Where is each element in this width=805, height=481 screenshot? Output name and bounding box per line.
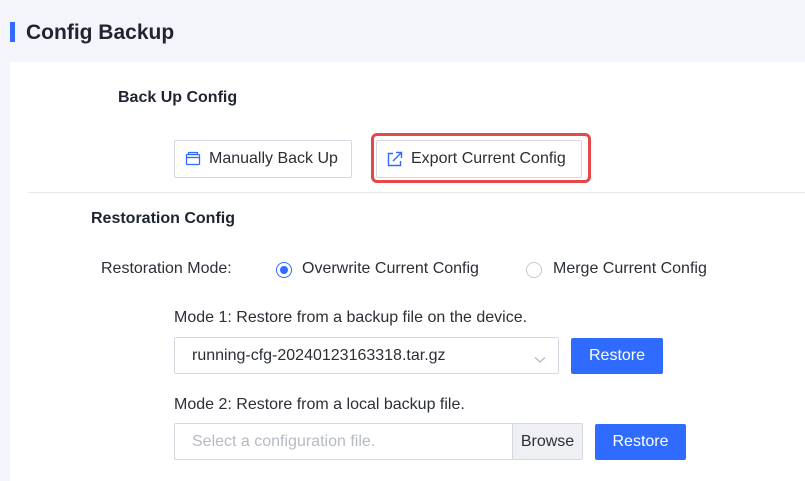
export-config-label: Export Current Config xyxy=(411,150,566,167)
restoration-section-title: Restoration Config xyxy=(91,210,235,227)
restoration-mode-label: Restoration Mode: xyxy=(101,260,232,277)
manual-backup-button[interactable]: Manually Back Up xyxy=(174,140,352,178)
overwrite-radio[interactable] xyxy=(276,262,292,278)
config-backup-card: Back Up Config Manually Back Up Export C… xyxy=(10,62,805,481)
mode2-label: Mode 2: Restore from a local backup file… xyxy=(174,396,465,413)
mode1-label: Mode 1: Restore from a backup file on th… xyxy=(174,309,528,326)
page-title: Config Backup xyxy=(26,21,175,44)
title-accent-bar xyxy=(10,22,15,42)
local-file-input[interactable]: Select a configuration file. xyxy=(174,423,512,460)
backup-file-value: running-cfg-20240123163318.tar.gz xyxy=(192,346,446,364)
overwrite-option-label[interactable]: Overwrite Current Config xyxy=(302,259,479,279)
manual-backup-label: Manually Back Up xyxy=(209,150,338,167)
restore-local-button[interactable]: Restore xyxy=(595,424,686,460)
page-header: Config Backup xyxy=(0,0,805,62)
export-icon xyxy=(385,149,405,169)
browse-button[interactable]: Browse xyxy=(512,423,583,460)
archive-icon xyxy=(183,149,203,169)
restore-device-button[interactable]: Restore xyxy=(571,338,663,374)
export-config-button[interactable]: Export Current Config xyxy=(376,140,582,178)
backup-section-title: Back Up Config xyxy=(118,89,238,106)
merge-option-label[interactable]: Merge Current Config xyxy=(553,259,707,279)
backup-file-select[interactable]: running-cfg-20240123163318.tar.gz xyxy=(174,337,559,374)
merge-radio[interactable] xyxy=(526,262,542,278)
section-divider xyxy=(28,192,805,193)
chevron-down-icon xyxy=(534,351,546,369)
